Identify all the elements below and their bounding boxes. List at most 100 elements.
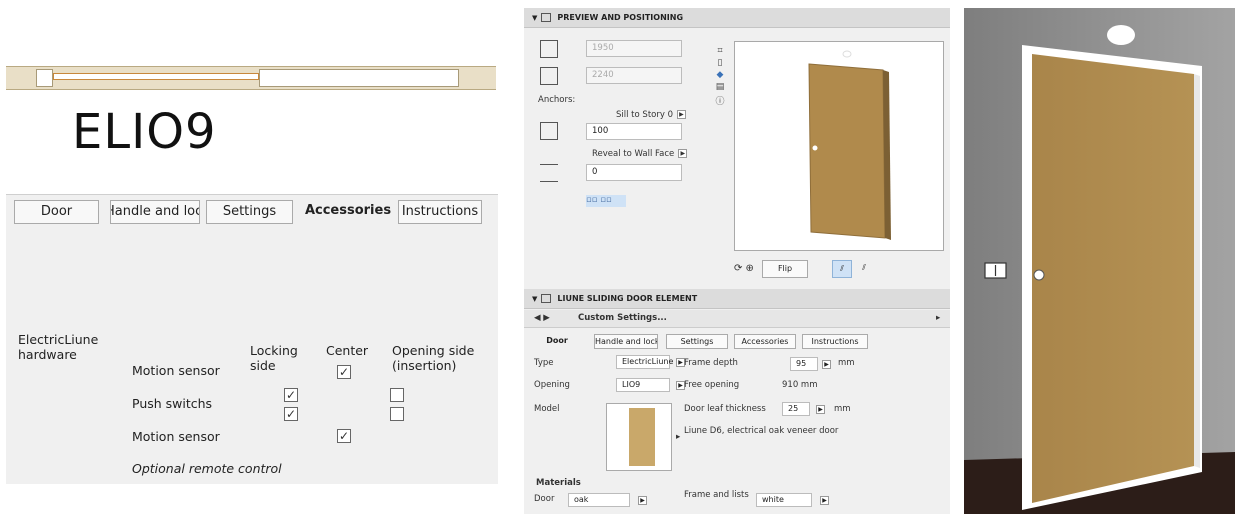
tab-accessories[interactable]: Accessories [734, 334, 796, 349]
door-handle [1033, 269, 1045, 281]
type-label: Type [534, 358, 554, 368]
opening-checkbox-2[interactable] [390, 407, 404, 421]
tab-door[interactable]: Door [532, 334, 582, 349]
reveal-icon [540, 164, 558, 182]
collapse-triangle-icon[interactable]: ▼ [532, 14, 537, 22]
custom-settings-bar[interactable]: ◀ ▶ Custom Settings... ▸ [524, 310, 950, 328]
collapse-triangle-icon[interactable]: ▼ [532, 295, 537, 303]
type-field[interactable]: ElectricLiune [616, 355, 673, 369]
frame-material-label: Frame and lists [684, 490, 749, 500]
door-material-arrow-icon[interactable]: ▶ [638, 496, 647, 505]
view-section-icon[interactable]: ▤ [712, 82, 728, 92]
tab-door[interactable]: Door [14, 200, 99, 224]
opening-side-header: Opening side (insertion) [392, 343, 475, 373]
tab-instructions[interactable]: Instructions [398, 200, 482, 224]
sill-dropdown-arrow-icon[interactable]: ▶ [676, 110, 686, 119]
locking-checkbox-1[interactable]: ✓ [284, 388, 298, 402]
info-icon[interactable]: ⓘ [712, 94, 728, 107]
door-preview-window [734, 41, 944, 251]
view-front-icon[interactable]: ▯ [712, 58, 728, 68]
leaf-thickness-label: Door leaf thickness [684, 404, 766, 414]
custom-settings-label[interactable]: Custom Settings... [578, 313, 667, 324]
tab-accessories[interactable]: Accessories [304, 200, 392, 224]
frame-depth-label: Frame depth [684, 358, 738, 368]
frame-depth-unit: mm [838, 358, 855, 368]
door-material-field[interactable]: oak [568, 493, 630, 507]
center-checkbox-1[interactable]: ✓ [337, 365, 351, 379]
view-2d-icon[interactable]: ⌗ [712, 46, 728, 56]
mirror-option-1-icon[interactable]: ⫽ [832, 260, 852, 278]
ceiling-light [1107, 25, 1135, 45]
sill-label[interactable]: Sill to Story 0 ▶ [616, 110, 686, 121]
reveal-field[interactable]: 0 [586, 164, 682, 181]
tab-settings[interactable]: Settings [206, 200, 293, 224]
door-material-label: Door [534, 494, 555, 504]
door-frame-side [1194, 74, 1200, 468]
view-tools: ⌗ ▯ ◆ ▤ ⓘ [712, 46, 728, 109]
opening-label: Opening [534, 380, 570, 390]
leaf-thickness-unit: mm [834, 404, 851, 414]
settings-tab-panel: Door Handle and lock Settings Accessorie… [6, 194, 498, 484]
section-door-icon [541, 13, 552, 22]
width-field[interactable]: 1950 [586, 40, 682, 57]
anchor-point-selector[interactable]: ▫▫ ▫▫ [586, 195, 626, 207]
view-3d-icon[interactable]: ◆ [712, 70, 728, 80]
free-opening-label: Free opening [684, 380, 740, 390]
mirror-option-2-icon[interactable]: ⫽ [854, 260, 874, 278]
door-accessories-panel: ELIO9 Door Handle and lock Settings Acce… [0, 0, 500, 514]
preview-section-header[interactable]: ▼ PREVIEW AND POSITIONING [524, 8, 950, 28]
plan-view-strip [6, 66, 496, 90]
sill-icon [540, 122, 558, 140]
frame-material-field[interactable]: white [756, 493, 812, 507]
render-scene [964, 8, 1235, 514]
door-3d-render [964, 8, 1235, 514]
height-field[interactable]: 2240 [586, 67, 682, 84]
plan-door-leaf [259, 69, 459, 87]
model-thumbnail-door [629, 408, 655, 466]
materials-label: Materials [536, 478, 581, 488]
sill-field[interactable]: 100 [586, 123, 682, 140]
center-header: Center [326, 343, 369, 358]
tab-handle-and-lock[interactable]: Handle and lock [594, 334, 658, 349]
height-icon [540, 67, 558, 85]
door-settings-dialog: ▼ PREVIEW AND POSITIONING 1950 2240 Ancho… [524, 8, 950, 514]
model-description: Liune D6, electrical oak veneer door [684, 426, 839, 436]
frame-material-arrow-icon[interactable]: ▶ [820, 496, 829, 505]
tab-handle-and-lock[interactable]: Handle and lock [110, 200, 200, 224]
plan-jamb-left [36, 69, 53, 87]
plan-sliding-rail [53, 73, 259, 80]
hardware-label: ElectricLiune hardware [18, 332, 99, 362]
flip-button[interactable]: Flip [762, 260, 808, 278]
leaf-thickness-field[interactable]: 25 [782, 402, 810, 416]
opening-field[interactable]: LIO9 [616, 378, 670, 392]
reveal-label[interactable]: Reveal to Wall Face ▶ [592, 149, 688, 160]
model-arrow-icon[interactable]: ▸ [676, 432, 680, 443]
door-preview-3d [808, 50, 891, 240]
row-motion-sensor-2: Motion sensor [132, 429, 220, 444]
section-element-icon [541, 294, 552, 303]
door-leaf [1032, 54, 1194, 503]
leaf-thickness-arrow-icon[interactable]: ▶ [816, 405, 825, 414]
opening-title: ELIO9 [72, 104, 217, 160]
anchors-label: Anchors: [538, 95, 576, 105]
row-motion-sensor-1: Motion sensor [132, 363, 220, 378]
remote-control-label: Optional remote control [132, 461, 282, 476]
row-push-switchs: Push switchs [132, 396, 213, 411]
expand-arrow-icon[interactable]: ▸ [936, 313, 940, 324]
locking-checkbox-2[interactable]: ✓ [284, 407, 298, 421]
free-opening-value: 910 mm [782, 380, 818, 390]
back-arrow-icon[interactable]: ◀ ▶ [534, 313, 550, 324]
locking-side-header: Locking side [250, 343, 298, 373]
model-label: Model [534, 404, 560, 414]
frame-depth-arrow-icon[interactable]: ▶ [822, 360, 831, 369]
frame-depth-field[interactable]: 95 [790, 357, 818, 371]
swing-icon[interactable]: ⟳ ⊕ [734, 263, 754, 274]
tab-settings[interactable]: Settings [666, 334, 728, 349]
center-checkbox-2[interactable]: ✓ [337, 429, 351, 443]
tab-instructions[interactable]: Instructions [802, 334, 868, 349]
element-section-header[interactable]: ▼ LIUNE SLIDING DOOR ELEMENT [524, 289, 950, 309]
opening-checkbox-1[interactable] [390, 388, 404, 402]
reveal-dropdown-arrow-icon[interactable]: ▶ [678, 149, 688, 158]
model-thumbnail[interactable] [606, 403, 672, 471]
width-icon [540, 40, 558, 58]
